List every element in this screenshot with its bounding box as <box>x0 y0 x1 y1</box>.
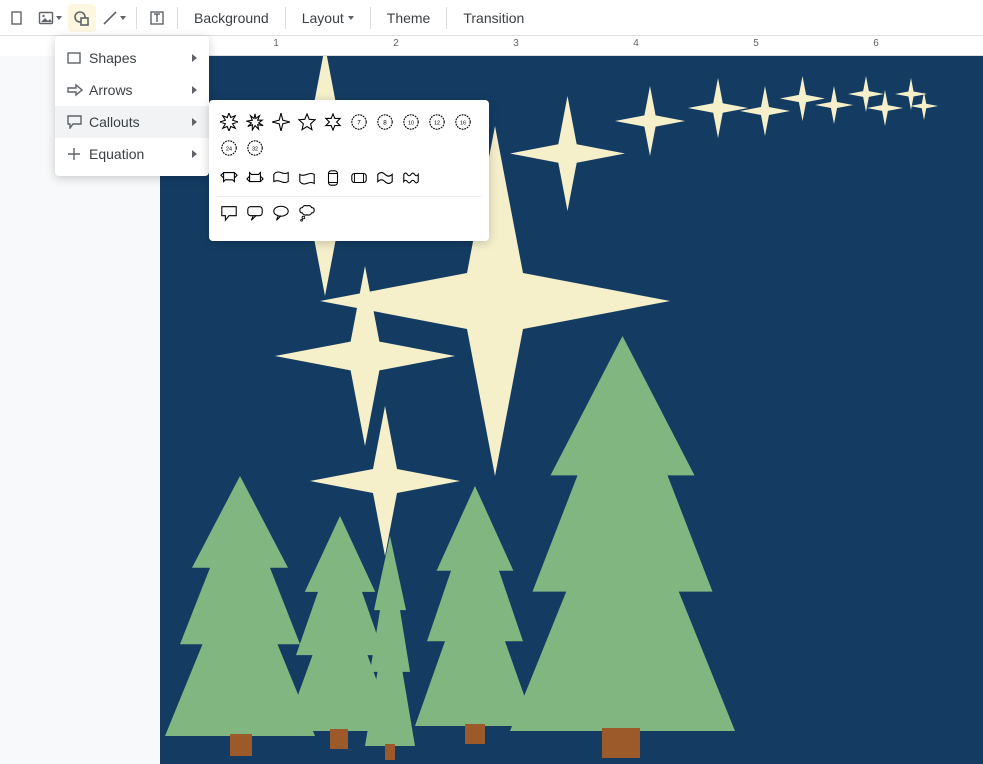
ruler-label: 6 <box>873 38 879 49</box>
menu-item-arrows[interactable]: Arrows <box>55 74 209 106</box>
line-tool[interactable] <box>98 4 130 32</box>
ruler-label: 2 <box>393 38 399 49</box>
tree-shape[interactable] <box>510 336 735 731</box>
arrow-right-icon <box>67 83 89 97</box>
chevron-right-icon <box>192 54 197 62</box>
svg-text:24: 24 <box>226 147 232 153</box>
separator <box>285 7 286 29</box>
tree-shape[interactable] <box>365 536 415 746</box>
toolbar: Background Layout Theme Transition <box>0 0 983 36</box>
shape-wave[interactable] <box>373 166 397 190</box>
shape-star5[interactable] <box>295 110 319 134</box>
menu-item-callouts[interactable]: Callouts <box>55 106 209 138</box>
shape-row-stars: 7 8 10 12 16 24 32 <box>217 110 481 160</box>
shape-double-wave[interactable] <box>399 166 423 190</box>
speech-bubble-icon <box>67 115 89 129</box>
chevron-right-icon <box>192 118 197 126</box>
shape-star24[interactable]: 24 <box>217 136 241 160</box>
star-shape[interactable] <box>615 86 685 156</box>
svg-text:8: 8 <box>383 120 387 127</box>
star-shape[interactable] <box>688 78 748 138</box>
shape-row-ribbons <box>217 166 481 190</box>
background-button[interactable]: Background <box>184 4 279 32</box>
shape-explosion1[interactable] <box>217 110 241 134</box>
shape-star10[interactable]: 10 <box>399 110 423 134</box>
menu-item-label: Arrows <box>89 82 192 98</box>
ruler-label: 4 <box>633 38 639 49</box>
svg-text:16: 16 <box>460 121 466 127</box>
shape-speech-cloud[interactable] <box>295 201 319 225</box>
star-shape[interactable] <box>510 96 625 211</box>
tree-trunk[interactable] <box>230 734 252 756</box>
plus-icon <box>67 147 89 161</box>
shape-menu: Shapes Arrows Callouts Equation <box>55 36 209 176</box>
tree-trunk[interactable] <box>385 744 395 760</box>
menu-item-equation[interactable]: Equation <box>55 138 209 170</box>
menu-item-shapes[interactable]: Shapes <box>55 42 209 74</box>
separator <box>177 7 178 29</box>
layout-button[interactable]: Layout <box>292 4 364 32</box>
shape-star16[interactable]: 16 <box>451 110 475 134</box>
separator <box>446 7 447 29</box>
menu-item-label: Callouts <box>89 114 192 130</box>
caret-down-icon <box>56 16 62 20</box>
shape-scroll-horz[interactable] <box>347 166 371 190</box>
chevron-right-icon <box>192 150 197 158</box>
shape-star6[interactable] <box>321 110 345 134</box>
shape-ribbon2-down[interactable] <box>295 166 319 190</box>
tree-trunk[interactable] <box>465 724 485 744</box>
callouts-submenu: 7 8 10 12 16 24 32 <box>209 100 489 241</box>
layout-label: Layout <box>302 10 344 26</box>
shape-speech-rect[interactable] <box>217 201 241 225</box>
shape-ribbon2-up[interactable] <box>269 166 293 190</box>
svg-text:12: 12 <box>434 121 440 127</box>
shape-speech-round[interactable] <box>243 201 267 225</box>
svg-text:7: 7 <box>357 120 361 127</box>
shape-ribbon-down[interactable] <box>243 166 267 190</box>
shape-star7[interactable]: 7 <box>347 110 371 134</box>
star-shape[interactable] <box>910 92 938 120</box>
shape-star12[interactable]: 12 <box>425 110 449 134</box>
rectangle-icon <box>67 51 89 65</box>
shape-tool[interactable] <box>68 4 96 32</box>
shape-scroll-vert[interactable] <box>321 166 345 190</box>
ruler-label: 3 <box>513 38 519 49</box>
chevron-right-icon <box>192 86 197 94</box>
select-tool[interactable] <box>4 4 32 32</box>
image-tool[interactable] <box>34 4 66 32</box>
menu-item-label: Shapes <box>89 50 192 66</box>
shape-row-speech <box>217 201 481 225</box>
svg-text:32: 32 <box>252 147 258 153</box>
svg-text:10: 10 <box>408 121 414 127</box>
horizontal-ruler: 1 2 3 4 5 6 <box>160 36 983 56</box>
transition-button[interactable]: Transition <box>453 4 534 32</box>
menu-item-label: Equation <box>89 146 192 162</box>
tree-trunk[interactable] <box>602 728 640 758</box>
ruler-label: 1 <box>273 38 279 49</box>
textbox-tool[interactable] <box>143 4 171 32</box>
shape-ribbon-up[interactable] <box>217 166 241 190</box>
caret-down-icon <box>120 16 126 20</box>
ruler-label: 5 <box>753 38 759 49</box>
separator <box>370 7 371 29</box>
tree-trunk[interactable] <box>330 729 348 749</box>
shape-star32[interactable]: 32 <box>243 136 267 160</box>
shape-speech-oval[interactable] <box>269 201 293 225</box>
shape-explosion2[interactable] <box>243 110 267 134</box>
shape-star4[interactable] <box>269 110 293 134</box>
shape-star8[interactable]: 8 <box>373 110 397 134</box>
separator <box>136 7 137 29</box>
theme-button[interactable]: Theme <box>377 4 441 32</box>
submenu-divider <box>217 196 481 197</box>
caret-down-icon <box>348 16 354 20</box>
